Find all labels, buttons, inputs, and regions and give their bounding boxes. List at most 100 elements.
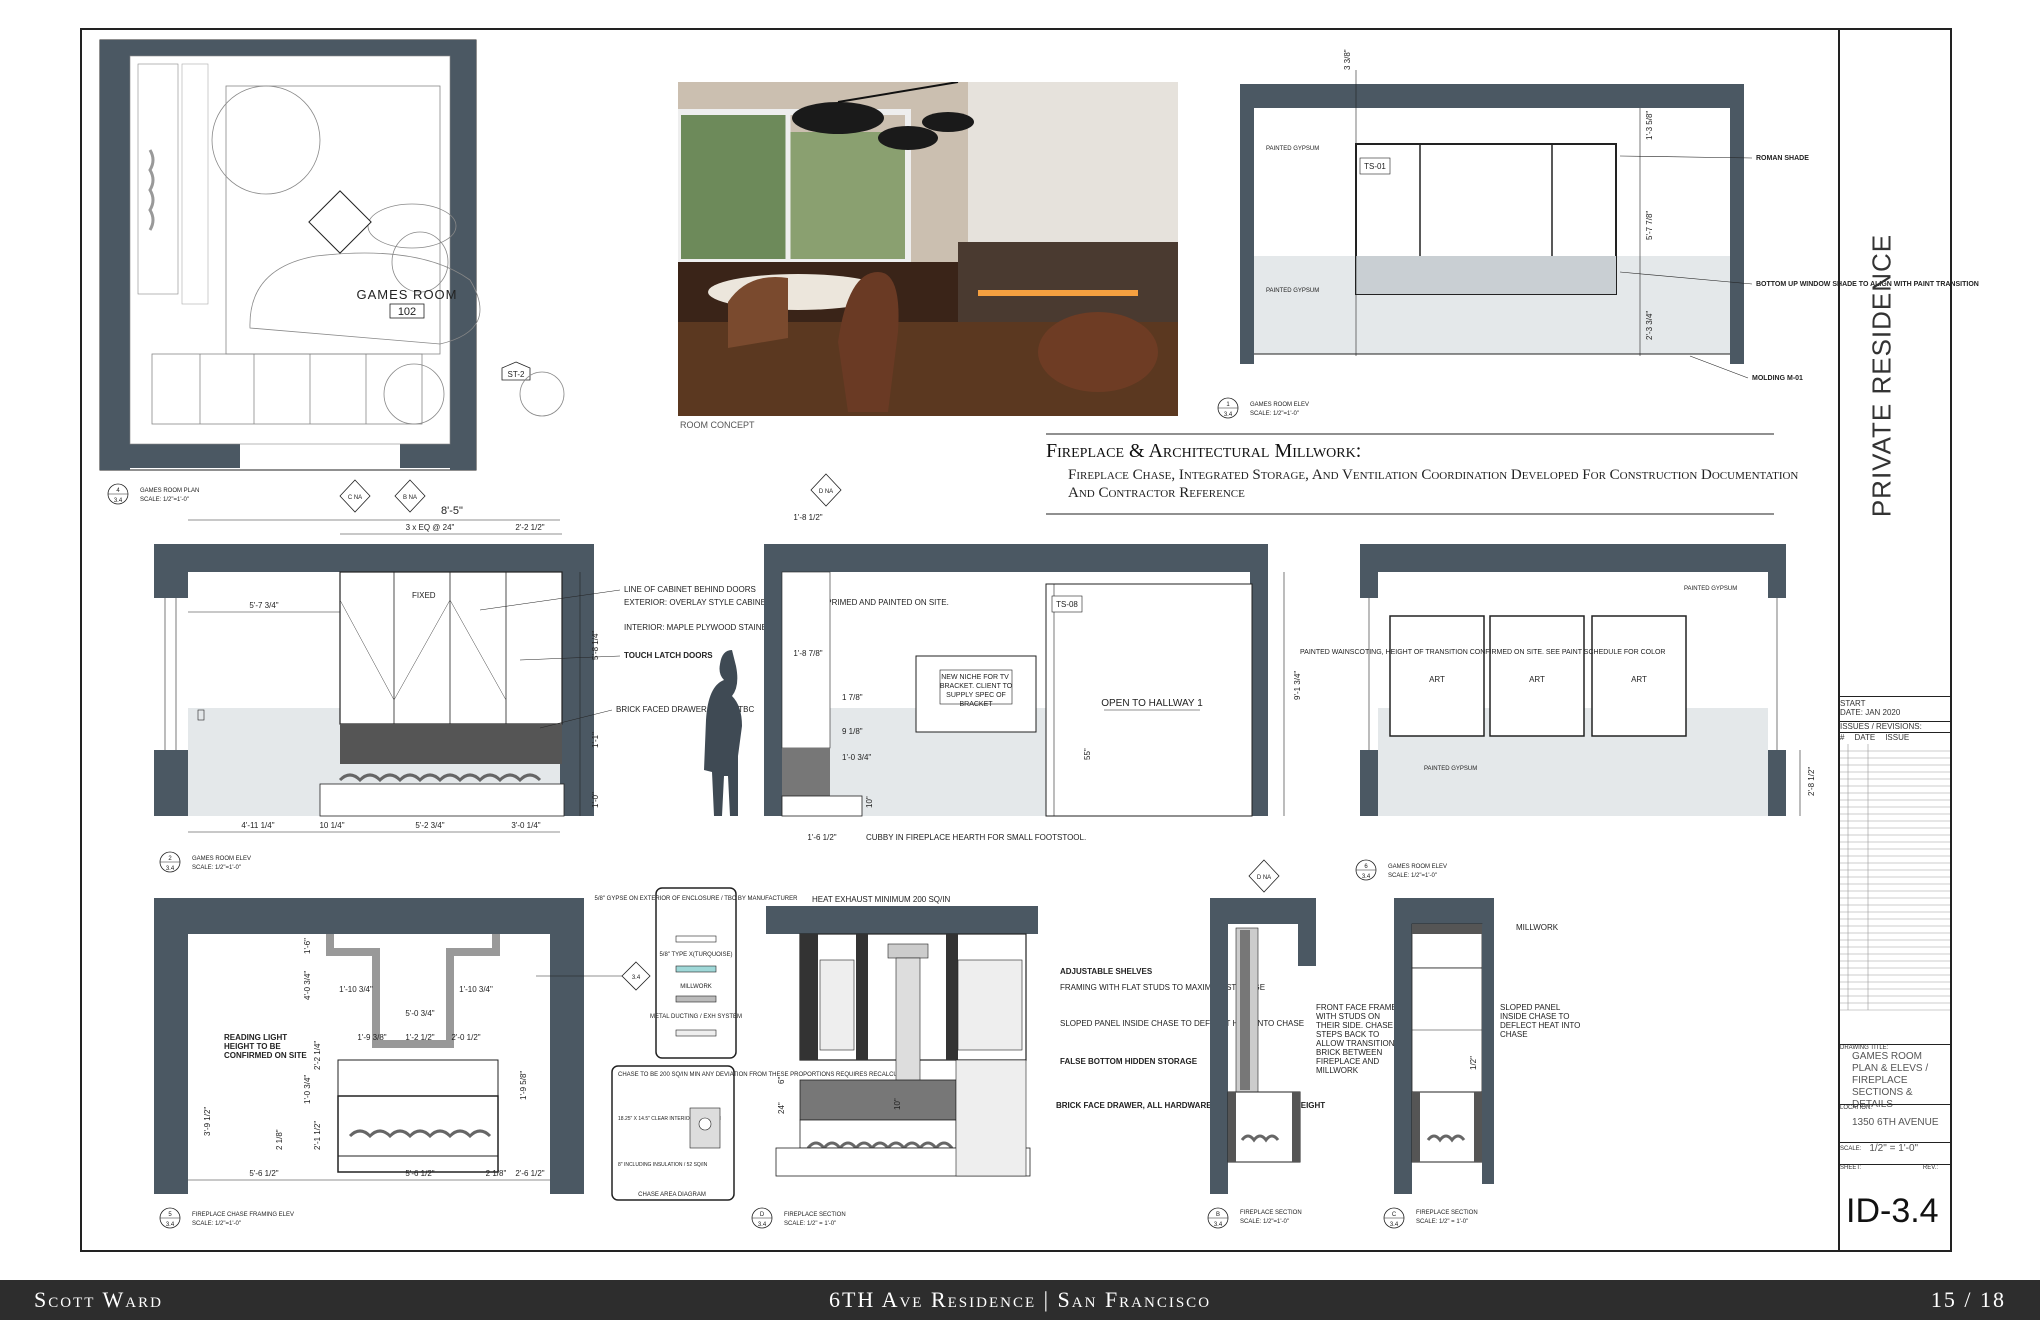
legend-chase-box: CHASE TO BE 200 SQ/IN MIN ANY DEVIATION … [618, 1072, 919, 1078]
chase-dim-0: 1'-6" [303, 938, 312, 954]
note-line: FIREPLACE AND [1316, 1057, 1379, 1066]
legend-insulation: 8" INCLUDING INSULATION / 52 SQ/IN [618, 1162, 708, 1168]
plan-scale: SCALE: 1/2"=1'-0" [140, 497, 189, 503]
elev3-tag-d: D NA [819, 489, 833, 495]
section-note-2: SLOPED PANEL INSIDE CHASE TO DEFLECT HEA… [1060, 1019, 1304, 1028]
elev2-sheet: 3.4 [166, 866, 175, 872]
elev4-note-2: PAINTED GYPSUM [1424, 766, 1477, 772]
plan-caption: GAMES ROOM PLAN [140, 488, 199, 494]
tb-location-label: LOCATION: [1840, 1105, 1872, 1111]
legend-item-3: METAL DUCTING / EXH SYSTEM [650, 1014, 742, 1020]
section-note-3: FALSE BOTTOM HIDDEN STORAGE [1060, 1057, 1198, 1066]
niche-line: NEW NICHE FOR TV [941, 674, 1009, 681]
sectionC-note-1: SLOPED PANEL INSIDE CHASE TO DEFLECT HEAT … [1500, 1003, 1580, 1039]
elev2-note-0: LINE OF CABINET BEHIND DOORS [624, 585, 756, 594]
plan-room-name: GAMES ROOM [356, 287, 457, 302]
elev1-note-4: MOLDING M-01 [1752, 375, 1803, 382]
chase-dim-13: 2 1/8" [275, 1129, 284, 1150]
elev2-dim-10: 1'-0" [591, 792, 600, 808]
tb-sheet-label: SHEET: [1840, 1165, 1862, 1171]
elev2-dim-5: 10 1/4" [319, 821, 344, 830]
sheet-id: ID-3.4 [1846, 1192, 1939, 1230]
chase-dim-3: 1'-10 3/4" [459, 985, 493, 994]
tb-col-issue: ISSUE [1885, 733, 1910, 742]
sectionB-tag-d: D NA [1257, 875, 1271, 881]
elev1-dim-1: 1'-3 5/8" [1645, 111, 1654, 140]
chase-sheet: 3.4 [166, 1222, 175, 1228]
art-2: ART [1631, 675, 1647, 684]
elev2-note-3: TOUCH LATCH DOORS [624, 651, 713, 660]
tb-revision-grid [1840, 744, 1950, 1011]
sectionC-num: C [1392, 1212, 1397, 1218]
elev1-sheet: 3.4 [1224, 412, 1233, 418]
note-line: BRACKET. CLIENT TO [940, 683, 1013, 690]
chase-dim-7: 2'-0 1/2" [451, 1033, 480, 1042]
games-room-plan: GAMES ROOM 102 ST-2 4 3.4 GAMES ROOM PLA… [99, 39, 565, 505]
footer-project: 6TH Ave Residence | San Francisco [828, 1287, 1212, 1312]
tb-col-num: # [1840, 733, 1845, 742]
sectionB-scale: SCALE: 1/2"=1'-0" [1240, 1219, 1289, 1225]
note-line: BRACKET [959, 701, 993, 708]
note-line: BRICK BETWEEN [1316, 1048, 1382, 1057]
sheet-subtitle: Fireplace Chase, Integrated Storage, And… [1068, 467, 1799, 501]
section-dim-2: 10" [893, 1098, 902, 1110]
tb-location: LOCATION: 1350 6TH AVENUE [1840, 1104, 1950, 1128]
elev3-dim-1: 1'-8 7/8" [793, 649, 822, 658]
chase-caption: FIREPLACE CHASE FRAMING ELEV [192, 1212, 294, 1218]
elev4-caption: GAMES ROOM ELEV [1388, 864, 1447, 870]
tb-drawing-title: DRAWING TITLE: GAMES ROOM PLAN & ELEVS /… [1840, 1044, 1950, 1111]
elev1-caption: GAMES ROOM ELEV [1250, 402, 1309, 408]
elev4-sheet: 3.4 [1362, 874, 1371, 880]
footer-page-number: 15 / 18 [1930, 1287, 2006, 1312]
sectionC-scale: SCALE: 1/2" = 1'-0" [1416, 1219, 1468, 1225]
fireplace-section-c: MILLWORK SLOPED PANEL INSIDE CHASE TO DEFL… [1383, 898, 1580, 1229]
plan-room-number: 102 [398, 306, 416, 318]
section-header: HEAT EXHAUST MINIMUM 200 SQ/IN [812, 895, 950, 904]
tb-rev-label: REV.: [1922, 1165, 1938, 1171]
chase-note: READING LIGHT HEIGHT TO BE CONFIRMED ON SI… [224, 1033, 307, 1060]
elev2-dim-2: 2'-2 1/2" [515, 523, 544, 532]
tb-scale-label: SCALE: [1840, 1145, 1862, 1152]
tb-date: DATE: JAN 2020 [1840, 708, 1901, 717]
project-name: PRIVATE RESIDENCE [1866, 233, 1897, 518]
note-line: INSIDE CHASE TO [1500, 1012, 1570, 1021]
chase-note-line: READING LIGHT [224, 1033, 287, 1042]
chase-framing-elevation: READING LIGHT HEIGHT TO BE CONFIRMED ON SI… [154, 898, 584, 1229]
elev3-dim-0: 1'-8 1/2" [793, 513, 822, 522]
section-note-0: ADJUSTABLE SHELVES [1060, 967, 1153, 976]
note-line: SUPPLY SPEC OF [946, 692, 1006, 699]
elev2-tag-b: B NA [403, 495, 417, 501]
room-concept-image [678, 82, 1178, 416]
sectionB-note: FRONT FACE FRAMED WITH STUDS ON THEIR SIDE… [1316, 1003, 1403, 1075]
section-scale: SCALE: 1/2" = 1'-0" [784, 1221, 836, 1227]
section-num: D [760, 1212, 765, 1218]
plan-tag-st2: ST-2 [508, 370, 525, 379]
tb-start: START DATE: JAN 2020 ISSUES / REVISIONS: [1840, 696, 1950, 731]
sectionB-sheet: 3.4 [1214, 1222, 1223, 1228]
elev1-tag: TS-01 [1364, 162, 1386, 171]
page-footer: Scott Ward 6TH Ave Residence | San Franc… [0, 1280, 2040, 1320]
section-dim-1: 24" [777, 1102, 786, 1114]
note-line: THEIR SIDE. CHASE [1316, 1021, 1393, 1030]
elev1-note-0: PAINTED GYPSUM [1266, 146, 1319, 152]
elev3-dim-8: 10" [865, 796, 874, 808]
person-silhouette [704, 650, 742, 816]
elevation-tv-niche: NEW NICHE FOR TV BRACKET. CLIENT TO SUPPL… [764, 473, 1302, 842]
tb-scale: SCALE: 1/2" = 1'-0" [1840, 1142, 1950, 1154]
elev2-dim-8: 5'-8 1/4" [591, 631, 600, 660]
chase-dim-2: 1'-10 3/4" [339, 985, 373, 994]
elev1-dim-2: 5'-7 7/8" [1645, 211, 1654, 240]
tb-revision-header: # DATE ISSUE [1840, 732, 1950, 742]
chase-dim-11: 2'-1 1/2" [313, 1121, 322, 1150]
chase-dim-4: 5'-0 3/4" [405, 1009, 434, 1018]
note-line: WITH STUDS ON [1316, 1012, 1380, 1021]
sectionC-caption: FIREPLACE SECTION [1416, 1210, 1478, 1216]
sectionB-note-line: FRONT FACE FRAMED [1316, 1003, 1403, 1012]
elev3-note: CUBBY IN FIREPLACE HEARTH FOR SMALL FOOT… [866, 833, 1086, 842]
chase-dim-6: 1'-2 1/2" [405, 1033, 434, 1042]
elev4-note-1: PAINTED WAINSCOTING, HEIGHT OF TRANSITIO… [1300, 649, 1665, 656]
section-sheet: 3.4 [758, 1222, 767, 1228]
elev4-dim-0: 2'-8 1/2" [1807, 767, 1816, 796]
chase-dim-15: 5'-6 1/2" [405, 1169, 434, 1178]
note-line: MILLWORK [1316, 1066, 1359, 1075]
